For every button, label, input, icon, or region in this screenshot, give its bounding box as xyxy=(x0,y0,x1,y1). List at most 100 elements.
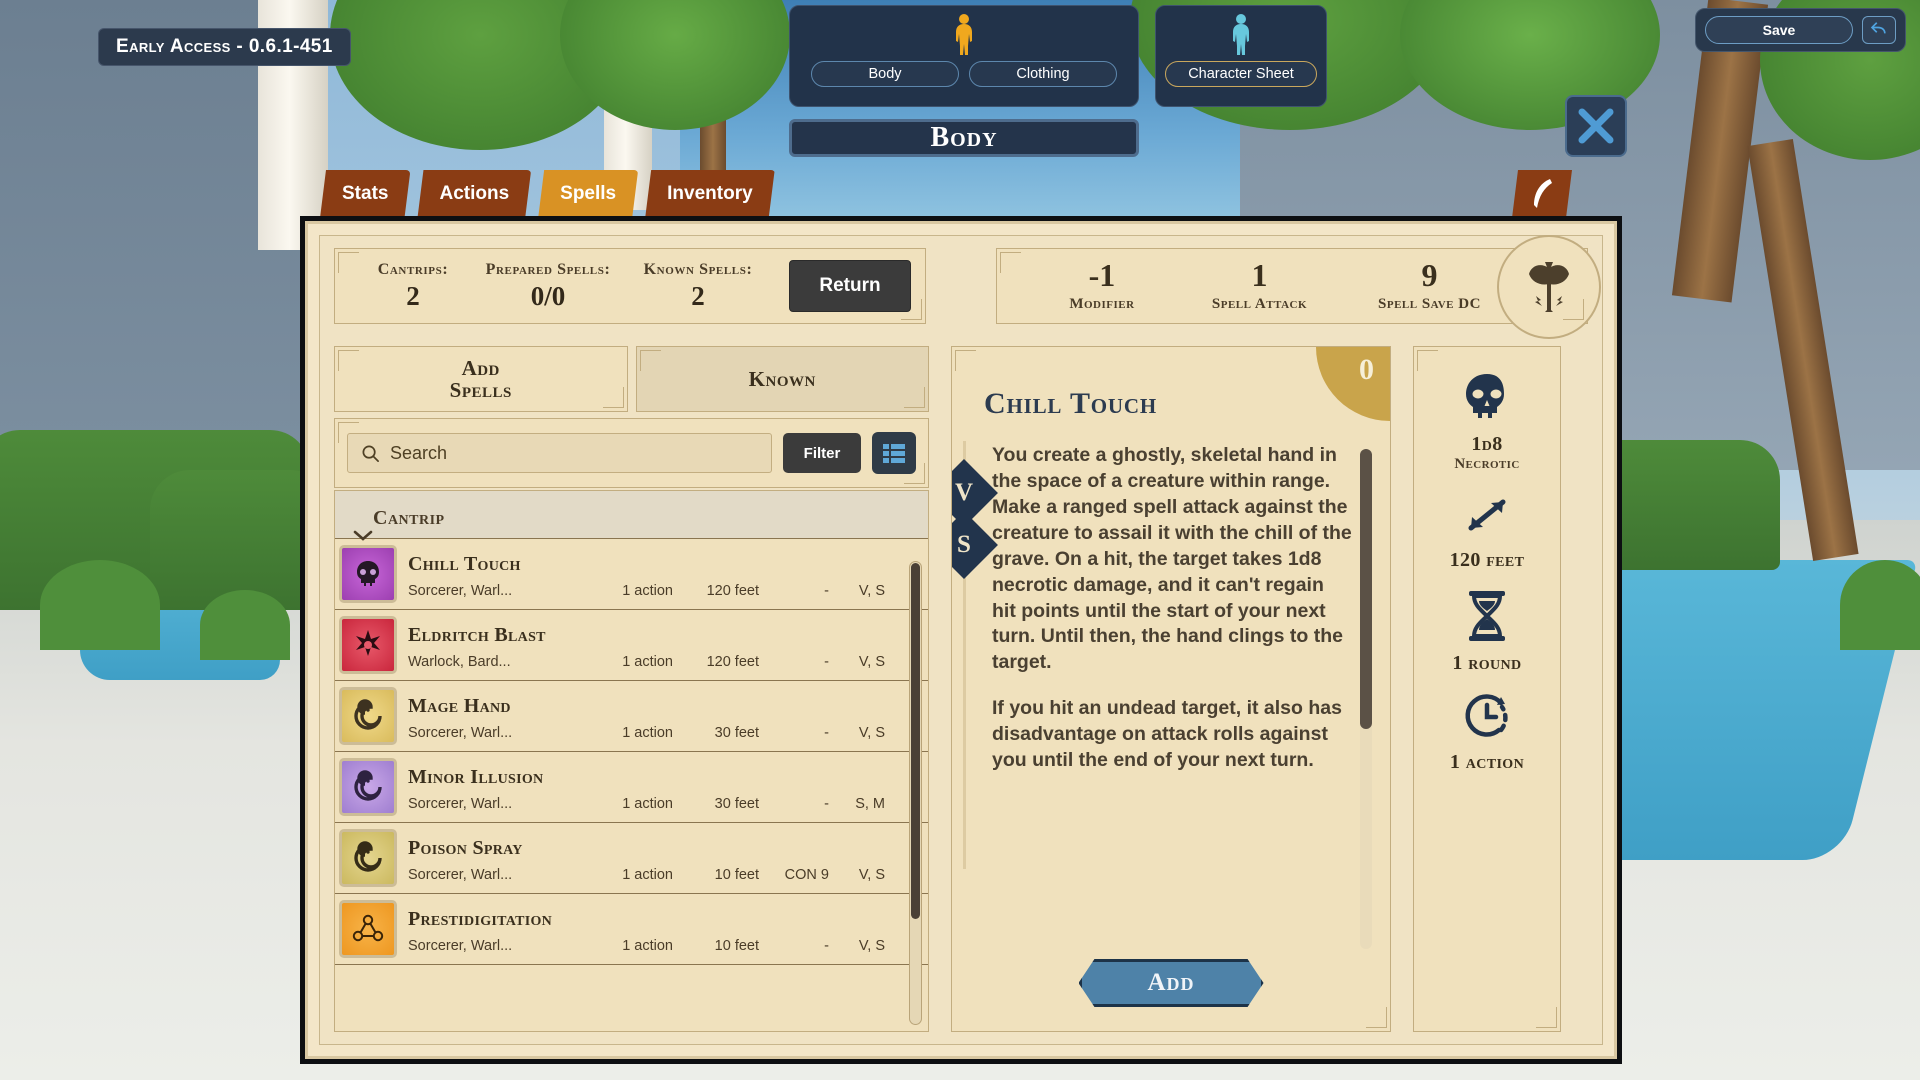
category-tabs: Stats Actions Spells Inventory xyxy=(320,170,782,218)
description-scrollbar[interactable] xyxy=(1360,449,1372,949)
spell-item-cast-time: 1 action xyxy=(622,937,673,954)
spell-item-classes: Sorcerer, Warl... xyxy=(408,795,513,812)
spell-list-item[interactable]: Chill Touch Sorcerer, Warl... 1 action 1… xyxy=(335,539,928,610)
chevron-down-icon[interactable] xyxy=(352,528,374,544)
stat-modifier-label: Modifier xyxy=(1069,296,1135,312)
appearance-subtabs: Body Clothing xyxy=(790,61,1138,87)
hourglass-icon xyxy=(1468,591,1505,641)
spell-mode-segments: Add Spells Known xyxy=(334,346,929,412)
spell-list-scroll-thumb[interactable] xyxy=(911,563,920,919)
tab-clothing[interactable]: Clothing xyxy=(969,61,1117,87)
search-placeholder: Search xyxy=(390,442,448,463)
spell-item-name: Mage Hand xyxy=(408,694,511,717)
spell-item-columns: Sorcerer, Warl... 1 action 120 feet - V,… xyxy=(408,583,928,599)
spell-item-components: V, S xyxy=(858,866,885,883)
tab-inventory[interactable]: Inventory xyxy=(645,170,775,218)
spell-list-item[interactable]: Poison Spray Sorcerer, Warl... 1 action … xyxy=(335,823,928,894)
spell-item-range: 30 feet xyxy=(714,724,759,741)
save-cluster: Save xyxy=(1695,8,1906,52)
spell-item-range: 10 feet xyxy=(714,937,759,954)
swirl-violet-icon xyxy=(339,758,397,816)
spiral-olive-icon xyxy=(339,829,397,887)
spell-detail-title: Chill Touch xyxy=(984,387,1157,420)
stat-spell-save-dc-label: Spell Save DC xyxy=(1378,296,1481,312)
spell-item-main: Poison Spray Sorcerer, Warl... 1 action … xyxy=(408,823,928,893)
spell-item-components: S, M xyxy=(855,795,885,812)
spell-list-item[interactable]: Minor Illusion Sorcerer, Warl... 1 actio… xyxy=(335,752,928,823)
tab-character-sheet[interactable]: Character Sheet xyxy=(1165,61,1317,87)
appearance-panel: Body Clothing xyxy=(789,5,1139,107)
summary-cantrips: Cantrips: 2 xyxy=(353,261,473,312)
spell-item-cast-time: 1 action xyxy=(622,653,673,670)
spell-list-item[interactable]: Eldritch Blast Warlock, Bard... 1 action… xyxy=(335,610,928,681)
close-x-icon xyxy=(1578,108,1614,144)
tab-quill[interactable] xyxy=(1512,170,1572,218)
summary-cantrips-label: Cantrips: xyxy=(377,260,449,278)
segment-known[interactable]: Known xyxy=(635,346,929,412)
tab-body[interactable]: Body xyxy=(811,61,959,87)
tab-actions[interactable]: Actions xyxy=(417,170,531,218)
spell-list-item[interactable]: Mage Hand Sorcerer, Warl... 1 action 30 … xyxy=(335,681,928,752)
spell-description-paragraph: If you hit an undead target, it also has… xyxy=(992,697,1342,772)
spell-group-header-cantrip[interactable]: Cantrip xyxy=(335,491,928,541)
prop-damage: 1d8 Necrotic xyxy=(1454,371,1519,473)
character-figure-icon xyxy=(1233,14,1249,55)
return-button[interactable]: Return xyxy=(789,260,911,312)
prop-range: 120 feet xyxy=(1450,489,1525,572)
spell-item-name: Eldritch Blast xyxy=(408,623,546,646)
spells-window-inner: Cantrips: 2 Prepared Spells: 0/0 Known S… xyxy=(319,235,1603,1045)
spell-summary-bar: Cantrips: 2 Prepared Spells: 0/0 Known S… xyxy=(334,248,926,324)
spell-properties-rail: 1d8 Necrotic 120 feet 1 round 1 action xyxy=(1413,346,1561,1032)
spell-properties-column: 1d8 Necrotic 120 feet 1 round 1 action xyxy=(1413,346,1561,1032)
spell-item-cast-time: 1 action xyxy=(622,795,673,812)
spell-item-range: 10 feet xyxy=(714,866,759,883)
tab-spells[interactable]: Spells xyxy=(538,170,638,218)
class-medallion xyxy=(1497,235,1601,339)
spell-item-columns: Sorcerer, Warl... 1 action 30 feet - S, … xyxy=(408,796,928,812)
spell-list[interactable]: Cantrip Chill Touch Sorcerer, Warl... 1 … xyxy=(334,490,929,1032)
close-button[interactable] xyxy=(1565,95,1627,157)
component-verbal-label: V xyxy=(954,479,974,506)
prop-duration-value: 1 round xyxy=(1452,652,1522,674)
scene-grass xyxy=(40,560,160,650)
stat-modifier-value: -1 xyxy=(1088,257,1116,293)
spell-item-columns: Sorcerer, Warl... 1 action 10 feet CON 9… xyxy=(408,867,928,883)
search-input[interactable]: Search xyxy=(347,433,772,473)
prop-cast-time-value: 1 action xyxy=(1449,751,1525,773)
tab-stats[interactable]: Stats xyxy=(320,170,410,218)
spell-description-paragraph: You create a ghostly, skeletal hand in t… xyxy=(992,444,1352,674)
spells-window: Cantrips: 2 Prepared Spells: 0/0 Known S… xyxy=(300,216,1622,1064)
spell-item-name: Minor Illusion xyxy=(408,765,544,788)
undo-button[interactable] xyxy=(1862,16,1896,44)
summary-prepared-label: Prepared Spells: xyxy=(485,260,611,278)
search-toolbar: Search Filter xyxy=(334,418,929,488)
component-somatic-label: S xyxy=(957,531,971,558)
add-spell-button[interactable]: Add xyxy=(1079,959,1264,1007)
spell-item-save: - xyxy=(824,653,829,670)
spell-item-columns: Sorcerer, Warl... 1 action 10 feet - V, … xyxy=(408,938,928,954)
spell-item-classes: Sorcerer, Warl... xyxy=(408,582,513,599)
save-button[interactable]: Save xyxy=(1705,16,1853,44)
filter-button[interactable]: Filter xyxy=(783,433,861,473)
segment-add-spells[interactable]: Add Spells xyxy=(334,346,628,412)
spell-item-columns: Warlock, Bard... 1 action 120 feet - V, … xyxy=(408,654,928,670)
spell-browser-column: Add Spells Known Search Filter Cantrip C… xyxy=(334,346,929,1032)
spell-item-main: Chill Touch Sorcerer, Warl... 1 action 1… xyxy=(408,539,928,609)
spell-item-name: Chill Touch xyxy=(408,552,521,575)
spell-list-scrollbar[interactable] xyxy=(909,561,922,1025)
skull-purple-icon xyxy=(339,545,397,603)
list-view-icon xyxy=(883,444,905,463)
spell-item-classes: Sorcerer, Warl... xyxy=(408,937,513,954)
clock-icon xyxy=(1465,694,1508,737)
quill-feather-icon xyxy=(1530,177,1554,211)
spell-item-main: Minor Illusion Sorcerer, Warl... 1 actio… xyxy=(408,752,928,822)
list-view-button[interactable] xyxy=(872,432,916,474)
spell-item-main: Mage Hand Sorcerer, Warl... 1 action 30 … xyxy=(408,681,928,751)
summary-cantrips-value: 2 xyxy=(406,280,420,311)
description-scroll-thumb[interactable] xyxy=(1360,449,1372,729)
spell-level-value: 0 xyxy=(1359,353,1374,386)
range-arrow-icon xyxy=(1468,499,1506,531)
scene-grass xyxy=(1840,560,1920,650)
stat-spell-save-dc: 9 Spell Save DC xyxy=(1342,259,1517,313)
spell-list-item[interactable]: Prestidigitation Sorcerer, Warl... 1 act… xyxy=(335,894,928,965)
